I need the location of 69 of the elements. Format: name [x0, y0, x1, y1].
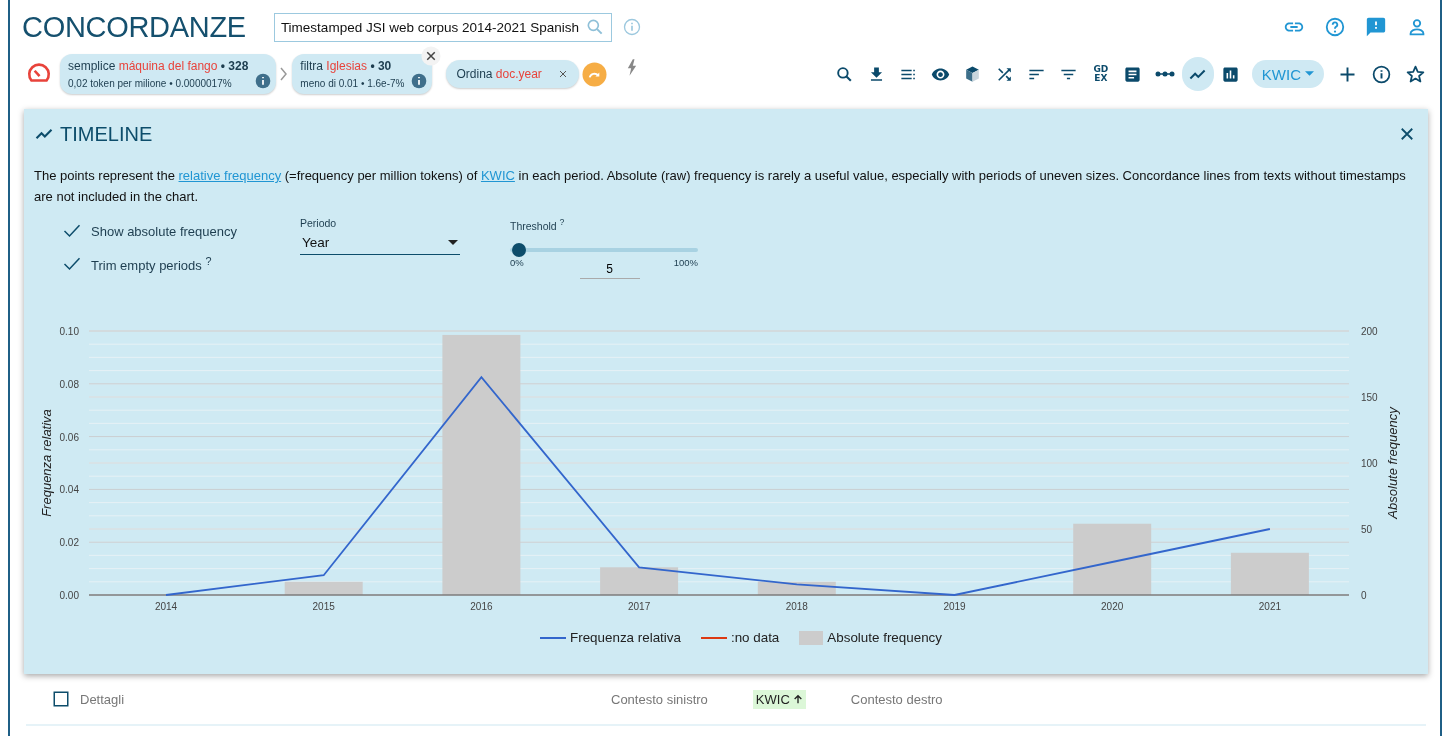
axis-label: 200 — [1361, 326, 1378, 337]
corpus-field[interactable]: Timestamped JSI web corpus 2014-2021 Spanish — [273, 12, 612, 42]
axis-label: 0.10 — [59, 326, 79, 337]
star-icon[interactable] — [1405, 63, 1426, 85]
caret-icon — [1305, 71, 1314, 77]
dots-icon — [1154, 71, 1175, 77]
help-icon[interactable] — [1324, 16, 1346, 38]
document-icon — [1123, 64, 1143, 84]
threshold-field[interactable]: 5 — [579, 256, 640, 279]
legend-label: :no data — [730, 630, 780, 645]
axis-label: 50 — [1361, 524, 1373, 535]
details-label: Dettagli — [80, 691, 126, 707]
axis-label: 2019 — [943, 601, 966, 612]
chip-label: filtra Iglesias • 30 — [300, 59, 393, 73]
axis-label: 0.06 — [59, 431, 79, 443]
feedback-icon[interactable] — [1365, 16, 1387, 38]
axis-label: 0 — [1361, 590, 1367, 601]
arrow-up-icon — [792, 694, 803, 704]
description: The points represent the relative frequency (=frequency per million tokens) of KWIC in each period. Absolute (raw) frequency is rarely a useful value, especially with periods of uneven sizes. Concordance lines from texts without timestamps are not included in the chart. — [34, 167, 1407, 206]
axis-title: Absolute frequency — [1385, 407, 1400, 519]
axis-label: 2020 — [1101, 601, 1124, 612]
info-icon[interactable] — [411, 73, 428, 89]
chevron-icon — [280, 67, 289, 81]
option-label: Trim empty periods $^{?}$ — [91, 254, 212, 274]
axis-label: 2015 — [312, 601, 335, 612]
info-icon[interactable] — [1371, 63, 1392, 85]
axis-label: 0.08 — [59, 378, 79, 390]
query-chip[interactable]: semplice máquina del fango • 328 0,02 token per milione • 0.0000017% — [60, 54, 277, 94]
axis-label: 2014 — [154, 601, 178, 612]
axis-label: 0.02 — [59, 537, 79, 549]
query-chip[interactable]: filtra Iglesias • 30 meno di 0.01 • 1.6e-7% — [292, 54, 433, 94]
axis-label: 100 — [1361, 458, 1378, 469]
period-select[interactable]: Year — [300, 229, 460, 255]
sort-chip[interactable]: Ordina doc.year — [446, 60, 579, 88]
legend-label: Absolute frequency — [827, 630, 942, 645]
column-header[interactable]: Contesto sinistro — [608, 689, 711, 709]
option-label: Show absolute frequency — [91, 223, 237, 239]
chip-detail: 0,02 token per milione • 0.0000017% — [68, 78, 233, 89]
caret-icon — [448, 239, 458, 246]
legend-label: Frequenza relativa — [570, 630, 681, 645]
close-button[interactable] — [421, 46, 442, 66]
column-header[interactable]: KWIC — [752, 689, 806, 709]
axis-label: 2016 — [470, 601, 493, 612]
axis-title: Frequenza relativa — [39, 409, 54, 517]
chip-label: Ordina doc.year — [456, 67, 542, 81]
axis-label: 0.04 — [59, 484, 79, 496]
checkbox[interactable] — [52, 690, 70, 708]
legend-swatch — [799, 630, 824, 645]
axis-label: 2018 — [785, 601, 808, 612]
close-icon[interactable] — [1398, 125, 1416, 143]
axis-label: 2017 — [627, 601, 651, 612]
slider-thumb[interactable] — [512, 242, 527, 257]
field-label: Periodo — [300, 217, 338, 229]
page-title: CONCORDANZE — [22, 10, 246, 44]
slider-max-label: 100% — [673, 256, 698, 268]
lightning-icon[interactable] — [626, 58, 637, 76]
panel-title: TIMELINE — [60, 122, 153, 146]
chip-detail: meno di 0.01 • 1.6e-7% — [300, 78, 405, 89]
axis-label: 0.00 — [59, 590, 79, 601]
chip-label: semplice máquina del fango • 328 — [68, 59, 249, 73]
trend-button[interactable] — [1181, 57, 1214, 91]
bar-chart-icon — [1221, 64, 1241, 84]
gdex-button[interactable]: GD EX — [1085, 57, 1116, 91]
axis-label: 150 — [1361, 392, 1378, 403]
slider-min-label: 0% — [510, 256, 524, 268]
info-icon[interactable] — [255, 73, 272, 89]
axis-label: 2021 — [1258, 601, 1282, 612]
column-header[interactable]: Contesto destro — [847, 689, 946, 709]
field-label: Threshold $^{?}$ — [510, 217, 566, 232]
